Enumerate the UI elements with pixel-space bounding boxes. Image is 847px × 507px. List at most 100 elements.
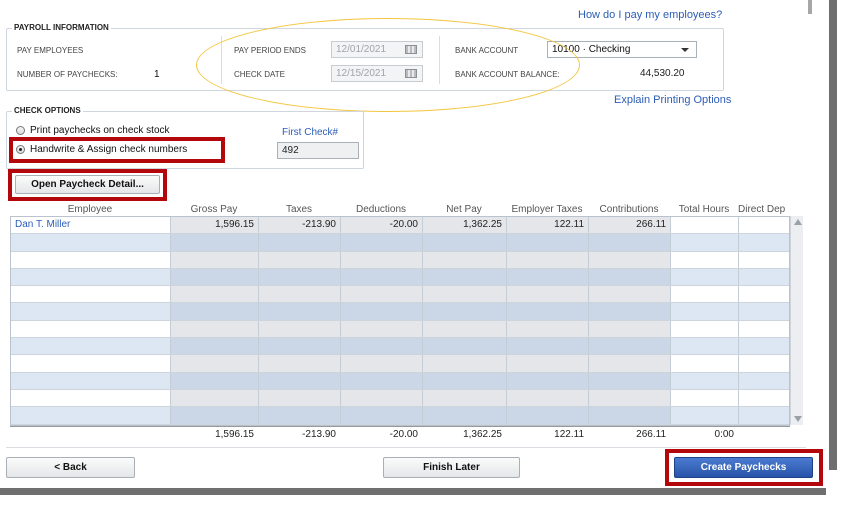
table-row[interactable] — [11, 234, 791, 252]
table-cell[interactable] — [171, 389, 259, 407]
table-cell[interactable]: Dan T. Miller — [11, 217, 171, 234]
table-cell[interactable]: 122.11 — [507, 217, 589, 234]
table-cell[interactable]: -20.00 — [341, 217, 423, 234]
column-header[interactable]: Net Pay — [422, 204, 506, 215]
pay-period-ends-field[interactable]: 12/01/2021 — [331, 41, 423, 58]
table-cell[interactable] — [259, 320, 341, 338]
table-cell[interactable] — [739, 338, 791, 355]
finish-later-button[interactable]: Finish Later — [383, 457, 520, 478]
table-cell[interactable] — [423, 303, 507, 320]
table-cell[interactable] — [507, 268, 589, 286]
table-row[interactable] — [11, 251, 791, 269]
table-cell[interactable] — [507, 355, 589, 372]
table-cell[interactable] — [671, 407, 739, 424]
column-header[interactable]: Employer Taxes — [506, 204, 588, 215]
table-cell[interactable] — [341, 320, 423, 338]
table-cell[interactable] — [259, 268, 341, 286]
help-link[interactable]: How do I pay my employees? — [578, 9, 722, 21]
table-cell[interactable] — [341, 251, 423, 268]
check-date-field[interactable]: 12/15/2021 — [331, 65, 423, 82]
table-cell[interactable] — [341, 303, 423, 320]
column-header[interactable]: Contributions — [588, 204, 670, 215]
table-cell[interactable] — [507, 234, 589, 251]
table-cell[interactable] — [671, 234, 739, 251]
table-cell[interactable] — [589, 338, 671, 355]
table-cell[interactable] — [423, 268, 507, 286]
table-cell[interactable] — [423, 338, 507, 355]
table-cell[interactable] — [507, 407, 589, 424]
table-cell[interactable] — [739, 217, 791, 234]
table-cell[interactable] — [341, 355, 423, 372]
table-row[interactable] — [11, 268, 791, 287]
table-cell[interactable] — [11, 338, 171, 355]
table-cell[interactable]: -213.90 — [259, 217, 341, 234]
table-cell[interactable] — [259, 372, 341, 389]
grid-scrollbar[interactable] — [790, 216, 803, 425]
table-cell[interactable] — [341, 407, 423, 424]
table-cell[interactable] — [671, 217, 739, 234]
table-cell[interactable] — [739, 303, 791, 320]
table-cell[interactable] — [171, 338, 259, 355]
table-cell[interactable] — [11, 372, 171, 389]
column-header[interactable]: Employee — [10, 204, 170, 215]
table-cell[interactable] — [739, 372, 791, 389]
table-cell[interactable] — [739, 389, 791, 407]
table-cell[interactable] — [739, 234, 791, 251]
table-row[interactable] — [11, 286, 791, 304]
table-cell[interactable] — [11, 286, 171, 303]
column-header[interactable]: Total Hours — [670, 204, 738, 215]
table-cell[interactable] — [671, 303, 739, 320]
table-cell[interactable] — [341, 372, 423, 389]
table-cell[interactable] — [423, 389, 507, 407]
scroll-down-icon[interactable] — [794, 416, 802, 422]
table-row[interactable]: Dan T. Miller 1,596.15 -213.90 -20.00 1,362.… — [11, 217, 791, 235]
calendar-icon[interactable] — [405, 69, 417, 78]
table-cell[interactable]: 1,362.25 — [423, 217, 507, 234]
table-cell[interactable] — [423, 286, 507, 303]
table-cell[interactable] — [171, 251, 259, 268]
table-cell[interactable] — [507, 286, 589, 303]
table-cell[interactable] — [171, 372, 259, 389]
table-cell[interactable] — [171, 320, 259, 338]
table-cell[interactable] — [341, 389, 423, 407]
table-cell[interactable] — [671, 251, 739, 268]
table-cell[interactable]: 1,596.15 — [171, 217, 259, 234]
table-cell[interactable] — [589, 234, 671, 251]
table-cell[interactable] — [671, 286, 739, 303]
table-cell[interactable] — [423, 355, 507, 372]
table-cell[interactable] — [341, 286, 423, 303]
table-cell[interactable] — [171, 355, 259, 372]
column-header[interactable]: Deductions — [340, 204, 422, 215]
table-cell[interactable] — [671, 268, 739, 286]
chevron-down-icon[interactable] — [681, 48, 689, 52]
back-button[interactable]: < Back — [6, 457, 135, 478]
table-cell[interactable] — [259, 251, 341, 268]
table-cell[interactable] — [671, 320, 739, 338]
table-cell[interactable] — [341, 338, 423, 355]
table-cell[interactable] — [507, 303, 589, 320]
table-cell[interactable] — [11, 355, 171, 372]
table-cell[interactable] — [171, 286, 259, 303]
table-row[interactable] — [11, 355, 791, 373]
table-cell[interactable] — [589, 407, 671, 424]
column-header[interactable]: Direct Dep — [738, 204, 790, 215]
scroll-up-icon[interactable] — [794, 219, 802, 225]
table-row[interactable] — [11, 338, 791, 356]
table-cell[interactable] — [589, 320, 671, 338]
table-cell[interactable] — [589, 355, 671, 372]
table-cell[interactable] — [589, 268, 671, 286]
table-row[interactable] — [11, 407, 791, 425]
table-cell[interactable] — [507, 320, 589, 338]
table-cell[interactable] — [589, 286, 671, 303]
table-cell[interactable] — [11, 389, 171, 407]
table-cell[interactable] — [671, 372, 739, 389]
table-cell[interactable] — [671, 389, 739, 407]
print-paychecks-radio[interactable] — [16, 126, 25, 135]
table-cell[interactable] — [11, 320, 171, 338]
table-cell[interactable] — [589, 389, 671, 407]
table-cell[interactable] — [259, 355, 341, 372]
table-cell[interactable] — [671, 355, 739, 372]
table-row[interactable] — [11, 303, 791, 321]
table-cell[interactable] — [507, 338, 589, 355]
table-cell[interactable] — [11, 268, 171, 286]
